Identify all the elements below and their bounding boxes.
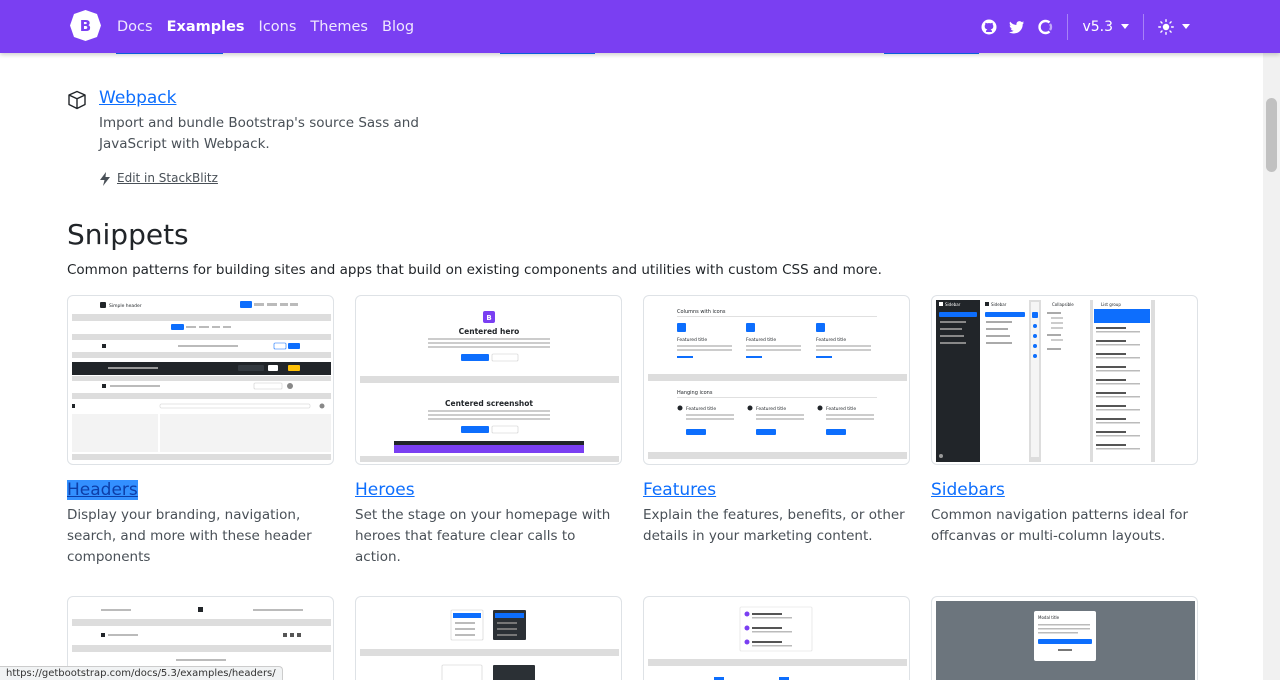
section-lead: Common patterns for building sites and a… [67,262,882,278]
card-desc-heroes: Set the stage on your homepage with hero… [355,507,611,565]
nav-right: v5.3 [969,0,1190,53]
preview-feature-title: Featured title [746,337,776,343]
webpack-link[interactable]: Webpack [99,88,176,108]
sidebars-preview: Sidebar Sidebar Collapsible List group [936,300,1155,462]
bootstrap-logo[interactable]: B [68,9,103,42]
heroes-preview: B Centered hero Centered screenshot [360,311,619,462]
modals-thumbnail[interactable]: Modal title [931,596,1198,680]
webpack-description: Import and bundle Bootstrap's source Sas… [99,115,419,152]
features-thumbnail[interactable]: Columns with icons Featured title Featur… [643,295,910,465]
dropdowns-preview [360,609,619,680]
preview-sidebar-label: Sidebar [991,302,1007,307]
preview-collapsible-label: Collapsible [1052,302,1074,307]
card-desc-headers: Display your branding, navigation, searc… [67,507,312,565]
card-desc-features: Explain the features, benefits, or other… [643,507,905,544]
preview-feature-title: Featured title [756,406,786,412]
nav-links: Docs Examples Icons Themes Blog [117,0,428,53]
version-label: v5.3 [1082,18,1113,35]
nav-divider [1067,13,1069,40]
scrolled-link-remnant [500,53,595,56]
twitter-icon[interactable] [1009,19,1025,35]
card-desc-sidebars: Common navigation patterns ideal for off… [931,507,1189,544]
sun-icon [1158,18,1174,35]
heroes-thumbnail[interactable]: B Centered hero Centered screenshot [355,295,622,465]
preview-modal-title: Modal title [1038,615,1060,620]
section-heading: Snippets [67,218,189,251]
box-icon [68,90,86,110]
chevron-down-icon [1121,24,1129,29]
preview-feature-title: Featured title [677,337,707,343]
preview-hero-title-2: Centered screenshot [445,399,533,408]
preview-hero-title: Centered hero [459,327,520,336]
nav-link-examples[interactable]: Examples [167,19,245,35]
theme-toggle[interactable] [1158,18,1190,35]
preview-feature-title: Featured title [686,406,716,412]
chevron-down-icon [1182,24,1190,29]
nav-link-themes[interactable]: Themes [310,19,368,35]
lightning-icon [100,172,110,186]
github-icon[interactable] [981,19,997,35]
preview-sidebar-label: Sidebar [945,302,961,307]
preview-feature-title: Featured title [826,406,856,412]
card-title-features[interactable]: Features [643,480,716,500]
list-groups-thumbnail[interactable] [643,596,910,680]
scrolled-link-remnant [116,53,223,56]
modals-preview: Modal title [936,601,1195,680]
status-bar-url: https://getbootstrap.com/docs/5.3/exampl… [0,666,283,680]
features-preview: Columns with icons Featured title Featur… [648,309,907,459]
sidebars-thumbnail[interactable]: Sidebar Sidebar Collapsible List group [931,295,1198,465]
version-dropdown[interactable]: v5.3 [1082,19,1129,35]
brand-letter: B [80,17,91,35]
nav-link-icons[interactable]: Icons [259,19,297,35]
mini-brand-letter: B [486,314,491,322]
card-title-sidebars[interactable]: Sidebars [931,480,1005,500]
preview-columns-title: Columns with icons [677,309,726,315]
card-title-heroes[interactable]: Heroes [355,480,415,500]
stackblitz-link[interactable]: Edit in StackBlitz [117,171,218,185]
preview-label: Simple header [109,303,142,309]
navbar: B Docs Examples Icons Themes Blog v5.3 [0,0,1280,53]
nav-divider [1143,13,1144,40]
scrollbar-thumb[interactable] [1266,98,1277,172]
card-title-headers[interactable]: Headers [67,480,138,500]
headers-thumbnail[interactable]: Simple header [67,295,334,465]
nav-link-blog[interactable]: Blog [382,19,414,35]
scrolled-link-remnant [884,53,979,56]
list-groups-preview [648,606,907,680]
preview-feature-title: Featured title [816,337,846,343]
preview-list-group-label: List group [1101,302,1121,307]
preview-hanging-title: Hanging icons [677,390,713,396]
opencollective-icon[interactable] [1037,19,1053,35]
nav-link-docs[interactable]: Docs [117,19,153,35]
dropdowns-thumbnail[interactable] [355,596,622,680]
headers-preview: Simple header [72,301,331,460]
